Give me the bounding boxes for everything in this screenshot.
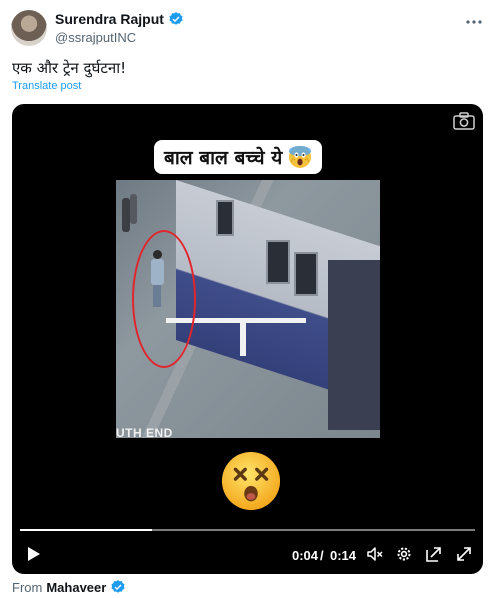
train-window xyxy=(266,240,290,284)
video-progress-fill xyxy=(20,529,152,531)
video-player[interactable]: UTH END बाल बाल बच्चे ये 0:04 / 0:14 xyxy=(12,104,483,574)
from-label: From xyxy=(12,579,43,595)
train-window xyxy=(294,252,318,296)
caption-text: बाल बाल बच्चे ये xyxy=(164,147,283,169)
from-name[interactable]: Mahaveer xyxy=(46,580,106,595)
gear-icon[interactable] xyxy=(395,545,413,563)
more-icon[interactable] xyxy=(465,12,483,30)
dizzy-face-icon xyxy=(221,451,281,511)
camera-icon[interactable] xyxy=(453,112,475,130)
video-progress-bar[interactable] xyxy=(20,529,475,531)
author-handle[interactable]: @ssrajputINC xyxy=(55,30,136,45)
platform-sign: UTH END xyxy=(116,426,173,438)
video-controls: 0:04 / 0:14 xyxy=(12,540,483,570)
video-caption: बाल बाल बच्चे ये xyxy=(154,140,323,174)
bystander xyxy=(122,198,130,232)
picture-in-picture-icon[interactable] xyxy=(425,545,443,563)
bystander xyxy=(130,194,137,224)
verified-badge-icon xyxy=(111,580,125,593)
author-display-name[interactable]: Surendra Rajput xyxy=(55,11,164,27)
play-icon[interactable] xyxy=(24,545,42,563)
screaming-face-icon xyxy=(289,146,312,168)
attribution-row: From Mahaveer xyxy=(12,579,126,595)
author-avatar[interactable] xyxy=(11,10,47,46)
platform-line xyxy=(240,318,246,356)
time-separator: / xyxy=(320,548,324,563)
fullscreen-icon[interactable] xyxy=(455,545,473,563)
train-door xyxy=(328,260,380,430)
highlight-circle xyxy=(132,230,196,368)
post-text: एक और ट्रेन दुर्घटना! xyxy=(12,59,127,77)
train-window xyxy=(216,200,234,236)
verified-badge-icon xyxy=(169,12,183,25)
video-frame: UTH END xyxy=(116,180,380,438)
volume-muted-icon[interactable] xyxy=(366,545,384,563)
current-time: 0:04 xyxy=(292,548,319,563)
author-name-row[interactable]: Surendra Rajput xyxy=(55,11,184,27)
translate-post-link[interactable]: Translate post xyxy=(12,80,81,92)
video-duration: 0:14 xyxy=(330,548,357,563)
